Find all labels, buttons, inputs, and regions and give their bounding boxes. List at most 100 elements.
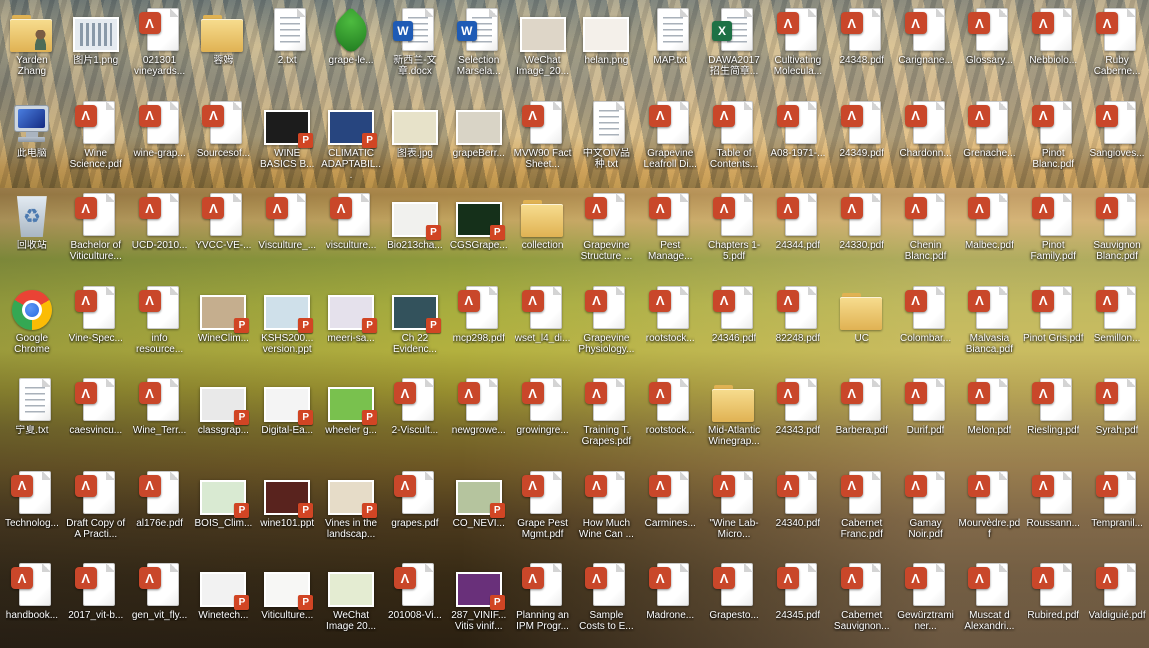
desktop-icon[interactable]: ΛSemillon... — [1085, 278, 1149, 371]
desktop-icon[interactable]: ΛChapters 1-5.pdf — [702, 185, 766, 278]
desktop-icon[interactable]: Λ24345.pdf — [766, 555, 830, 648]
desktop-icon[interactable]: Λ201008-Vi... — [383, 555, 447, 648]
desktop-icon[interactable]: Λ021301 vineyards... — [128, 0, 192, 93]
desktop-icon[interactable]: ΛYVCC-VE-... — [191, 185, 255, 278]
desktop-icon[interactable]: Λ24343.pdf — [766, 370, 830, 463]
desktop-icon[interactable]: Λmcp298.pdf — [447, 278, 511, 371]
desktop-icon[interactable]: ΛHow Much Wine Can ... — [574, 463, 638, 556]
desktop-icon[interactable]: ΛValdiguié.pdf — [1085, 555, 1149, 648]
desktop-icon[interactable]: ΛRoussann... — [1021, 463, 1085, 556]
desktop-icon[interactable]: ΛCarmines... — [638, 463, 702, 556]
desktop-icon[interactable]: ΛDraft Copy of A Practi... — [64, 463, 128, 556]
desktop-icon[interactable]: Λ24349.pdf — [830, 93, 894, 186]
desktop-icon[interactable]: ♻回收站 — [0, 185, 64, 278]
desktop-icon[interactable]: ΛTempranil... — [1085, 463, 1149, 556]
desktop-icon[interactable]: Λal176e.pdf — [128, 463, 192, 556]
desktop-icon[interactable]: MAP.txt — [638, 0, 702, 93]
desktop-icon[interactable]: ΛVine-Spec... — [64, 278, 128, 371]
desktop-icon[interactable]: ΛWine_Terr... — [128, 370, 192, 463]
desktop-icon[interactable]: ΛColombar... — [894, 278, 958, 371]
desktop-icon[interactable]: ΛNebbiolo... — [1021, 0, 1085, 93]
desktop-icon[interactable]: Λgrapes.pdf — [383, 463, 447, 556]
desktop-icon[interactable]: UC — [830, 278, 894, 371]
desktop-icon[interactable]: ΛPinot Gris.pdf — [1021, 278, 1085, 371]
desktop-icon[interactable]: Λwset_l4_di... — [511, 278, 575, 371]
desktop-icon[interactable]: Λ82248.pdf — [766, 278, 830, 371]
desktop-icon[interactable]: PCO_NEVI... — [447, 463, 511, 556]
desktop-icon[interactable]: PWineClim... — [191, 278, 255, 371]
desktop-icon[interactable]: ΛCabernet Sauvignon... — [830, 555, 894, 648]
desktop-icon[interactable]: Λgen_vit_fly... — [128, 555, 192, 648]
desktop-icon[interactable]: 宁夏.txt — [0, 370, 64, 463]
desktop-icon[interactable]: Λrootstock... — [638, 278, 702, 371]
desktop-icon[interactable]: ΛBachelor of Viticulture... — [64, 185, 128, 278]
desktop-icon[interactable]: WSelection Marsela... — [447, 0, 511, 93]
desktop-icon[interactable]: Λinfo resource... — [128, 278, 192, 371]
desktop-icon[interactable]: ΛMelon.pdf — [957, 370, 1021, 463]
desktop-icon[interactable]: ΛMourvèdre.pdf — [957, 463, 1021, 556]
desktop-icon[interactable]: WeChat Image 20... — [319, 555, 383, 648]
desktop-icon[interactable]: Λcaesvincu... — [64, 370, 128, 463]
desktop-icon[interactable]: ΛGrapesto... — [702, 555, 766, 648]
desktop-icon[interactable]: grapeBerr... — [447, 93, 511, 186]
desktop-icon[interactable]: ΛSourcesof... — [191, 93, 255, 186]
desktop-icon[interactable]: Λ24346.pdf — [702, 278, 766, 371]
desktop-icon[interactable]: helan.png — [574, 0, 638, 93]
desktop-icon[interactable]: ΛCabernet Franc.pdf — [830, 463, 894, 556]
desktop-icon[interactable]: ΛBarbera.pdf — [830, 370, 894, 463]
desktop-icon[interactable]: ΛMadrone... — [638, 555, 702, 648]
desktop-icon[interactable]: ΛTable of Contents... — [702, 93, 766, 186]
desktop-icon[interactable]: Λ24344.pdf — [766, 185, 830, 278]
desktop-icon[interactable]: Λgrowingre... — [511, 370, 575, 463]
desktop-icon[interactable]: 中文OIV品种.txt — [574, 93, 638, 186]
desktop-icon[interactable]: Pwine101.ppt — [255, 463, 319, 556]
desktop-icon[interactable]: ΛChenin Blanc.pdf — [894, 185, 958, 278]
desktop-icon[interactable]: Λwine-grap... — [128, 93, 192, 186]
desktop-icon[interactable]: ΛPinot Blanc.pdf — [1021, 93, 1085, 186]
desktop-icon[interactable]: ΛRiesling.pdf — [1021, 370, 1085, 463]
desktop-icon[interactable]: Λnewgrowe... — [447, 370, 511, 463]
desktop-icon[interactable]: 蓉姆 — [191, 0, 255, 93]
desktop-icon[interactable]: ΛCultivating Molecula... — [766, 0, 830, 93]
desktop-icon[interactable]: PDigital-Ea... — [255, 370, 319, 463]
desktop-icon[interactable]: PCh 22 Evidenc... — [383, 278, 447, 371]
desktop-icon[interactable]: XDAWA2017 招生简章... — [702, 0, 766, 93]
desktop-icon[interactable]: PWINE BASICS B... — [255, 93, 319, 186]
desktop-icon[interactable]: ΛTechnolog... — [0, 463, 64, 556]
desktop-icon[interactable]: Pmeeri-sa... — [319, 278, 383, 371]
desktop-icon[interactable]: ΛGewürztraminer... — [894, 555, 958, 648]
desktop-icon[interactable]: PVines in the landscap... — [319, 463, 383, 556]
desktop-icon[interactable]: 此电脑 — [0, 93, 64, 186]
desktop-icon[interactable]: P287_VINIF... Vitis vinif... — [447, 555, 511, 648]
desktop-icon[interactable]: WeChat Image_20... — [511, 0, 575, 93]
desktop-icon[interactable]: PCGSGrape... — [447, 185, 511, 278]
desktop-icon[interactable]: ΛGrape Pest Mgmt.pdf — [511, 463, 575, 556]
desktop-icon[interactable]: Λrootstock... — [638, 370, 702, 463]
desktop-icon[interactable]: ΛDurif.pdf — [894, 370, 958, 463]
desktop-icon[interactable]: Pclassgrap... — [191, 370, 255, 463]
desktop-icon[interactable]: ΛPlanning an IPM Progr... — [511, 555, 575, 648]
desktop-icon[interactable]: 图表.jpg — [383, 93, 447, 186]
desktop-icon[interactable]: ΛA08-1971-... — [766, 93, 830, 186]
desktop-icon[interactable]: Yarden Zhang — [0, 0, 64, 93]
desktop-icon[interactable]: Pwheeler g... — [319, 370, 383, 463]
desktop-icon[interactable]: 图片1.png — [64, 0, 128, 93]
desktop-icon[interactable]: W新西兰-文章.docx — [383, 0, 447, 93]
desktop-icon[interactable]: ΛGrenache... — [957, 93, 1021, 186]
desktop-icon[interactable]: grape-le... — [319, 0, 383, 93]
desktop-icon[interactable]: ΛPest Manage... — [638, 185, 702, 278]
desktop-icon[interactable]: PBio213cha... — [383, 185, 447, 278]
desktop-icon[interactable]: ΛWine Science.pdf — [64, 93, 128, 186]
desktop-icon[interactable]: ΛPinot Family.pdf — [1021, 185, 1085, 278]
desktop-icon[interactable]: PWinetech... — [191, 555, 255, 648]
desktop-icon[interactable]: ΛGrapevine Structure ... — [574, 185, 638, 278]
desktop-icon[interactable]: ΛUCD-2010... — [128, 185, 192, 278]
desktop-icon[interactable]: Google Chrome — [0, 278, 64, 371]
desktop-icon[interactable]: collection — [511, 185, 575, 278]
desktop-icon[interactable]: Λ24330.pdf — [830, 185, 894, 278]
desktop-icon[interactable]: ΛMalvasia Bianca.pdf — [957, 278, 1021, 371]
desktop-icon[interactable]: ΛGamay Noir.pdf — [894, 463, 958, 556]
desktop-icon[interactable]: ΛGrapevine Leafroll Di... — [638, 93, 702, 186]
desktop-icon[interactable]: ΛMVW90 Fact Sheet... — [511, 93, 575, 186]
desktop-icon[interactable]: ΛGlossary... — [957, 0, 1021, 93]
